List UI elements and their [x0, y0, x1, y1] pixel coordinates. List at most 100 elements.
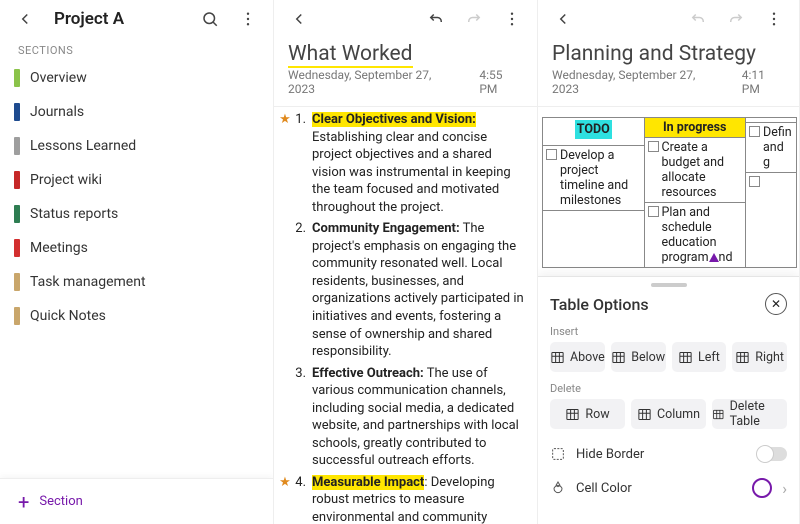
note-time: 4:11 PM: [742, 68, 785, 96]
item-text: Effective Outreach: The use of various c…: [312, 365, 527, 470]
item-number: 1.: [292, 111, 312, 216]
section-label: Meetings: [30, 240, 88, 256]
checkbox-icon[interactable]: [546, 149, 557, 160]
sidebar-section-item[interactable]: Overview: [0, 61, 273, 95]
sections-heading: SECTIONS: [0, 38, 273, 61]
button-label: Left: [698, 350, 720, 365]
star-icon: [278, 365, 292, 470]
cell-color-label: Cell Color: [576, 481, 632, 496]
section-color-tab: [14, 103, 20, 121]
note-date: Wednesday, September 27, 2023: [552, 68, 722, 96]
sheet-title: Table Options: [550, 295, 649, 314]
button-label: Column: [657, 407, 700, 422]
sidebar-section-item[interactable]: Journals: [0, 95, 273, 129]
section-label: Overview: [30, 70, 87, 86]
section-color-tab: [14, 69, 20, 87]
button-label: Below: [631, 350, 665, 365]
section-label: Status reports: [30, 206, 118, 222]
section-label: Project wiki: [30, 172, 102, 188]
list-item[interactable]: 2.Community Engagement: The project's em…: [278, 218, 527, 362]
project-title: Project A: [54, 9, 124, 29]
list-item[interactable]: 3.Effective Outreach: The use of various…: [278, 363, 527, 472]
sidebar-section-item[interactable]: Meetings: [0, 231, 273, 265]
note-date: Wednesday, September 27, 2023: [288, 68, 459, 96]
section-color-tab: [14, 307, 20, 325]
hide-border-label: Hide Border: [576, 447, 644, 462]
more-icon[interactable]: [497, 4, 527, 34]
redo-icon[interactable]: [459, 4, 489, 34]
star-icon: [278, 220, 292, 360]
add-section-button[interactable]: + Section: [0, 478, 273, 524]
close-icon[interactable]: ✕: [765, 293, 787, 315]
insert-label: Insert: [550, 325, 787, 338]
cursor-caret: [709, 253, 719, 262]
hide-border-toggle[interactable]: [757, 447, 787, 461]
sheet-handle[interactable]: [651, 283, 687, 287]
task-cell[interactable]: Defin and g: [763, 125, 793, 170]
section-color-tab: [14, 137, 20, 155]
more-icon[interactable]: [759, 4, 789, 34]
plus-icon: +: [18, 492, 29, 512]
item-number: 2.: [292, 220, 312, 360]
task-cell[interactable]: Plan and schedule education programnd: [662, 205, 743, 265]
cell-color-swatch[interactable]: [752, 478, 772, 498]
button-label: Right: [755, 350, 784, 365]
section-color-tab: [14, 171, 20, 189]
back-button[interactable]: [548, 4, 578, 34]
section-color-tab: [14, 239, 20, 257]
checkbox-icon[interactable]: [749, 126, 760, 137]
delete-delete-table-button[interactable]: Delete Table: [712, 399, 787, 429]
item-text: Clear Objectives and Vision: Establishin…: [312, 111, 527, 216]
note-time: 4:55 PM: [479, 68, 523, 96]
item-text: Community Engagement: The project's emph…: [312, 220, 527, 360]
section-label: Lessons Learned: [30, 138, 136, 154]
col-header-todo: TODO: [575, 120, 612, 139]
insert-below-button[interactable]: Below: [611, 342, 666, 372]
back-button[interactable]: [284, 4, 314, 34]
task-cell[interactable]: Develop a project timeline and milestone…: [560, 148, 641, 208]
insert-left-button[interactable]: Left: [672, 342, 727, 372]
insert-above-button[interactable]: Above: [550, 342, 605, 372]
item-number: 4.: [292, 474, 312, 524]
insert-right-button[interactable]: Right: [732, 342, 787, 372]
more-icon[interactable]: [233, 4, 263, 34]
button-label: Above: [570, 350, 605, 365]
delete-row-button[interactable]: Row: [550, 399, 625, 429]
button-label: Delete Table: [730, 399, 787, 429]
col-header-progress: In progress: [645, 118, 746, 138]
item-number: 3.: [292, 365, 312, 470]
delete-column-button[interactable]: Column: [631, 399, 706, 429]
sidebar-section-item[interactable]: Quick Notes: [0, 299, 273, 333]
back-button[interactable]: [10, 4, 40, 34]
section-color-tab: [14, 273, 20, 291]
note-title: What Worked: [288, 42, 523, 66]
add-section-label: Section: [39, 494, 82, 509]
item-text: Measurable Impact: Developing robust met…: [312, 474, 527, 524]
section-label: Task management: [30, 274, 146, 290]
button-label: Row: [585, 407, 609, 422]
list-item[interactable]: ★1.Clear Objectives and Vision: Establis…: [278, 109, 527, 218]
star-icon: ★: [278, 474, 292, 524]
checkbox-icon[interactable]: [749, 176, 760, 187]
undo-icon[interactable]: [683, 4, 713, 34]
delete-label: Delete: [550, 382, 787, 395]
sidebar-section-item[interactable]: Project wiki: [0, 163, 273, 197]
chevron-right-icon[interactable]: ›: [782, 479, 787, 498]
section-label: Journals: [30, 104, 84, 120]
section-color-tab: [14, 205, 20, 223]
checkbox-icon[interactable]: [648, 141, 659, 152]
table-options-sheet: Table Options ✕ Insert Above Below Left Rig…: [538, 276, 799, 524]
redo-icon[interactable]: [721, 4, 751, 34]
note-title: Planning and Strategy: [552, 42, 785, 66]
star-icon: ★: [278, 111, 292, 216]
sidebar-section-item[interactable]: Status reports: [0, 197, 273, 231]
kanban-table[interactable]: TODO Develop a project timeline and mile…: [542, 117, 797, 268]
checkbox-icon[interactable]: [648, 206, 659, 217]
sidebar-section-item[interactable]: Task management: [0, 265, 273, 299]
task-cell[interactable]: Create a budget and allocate resources: [662, 140, 743, 200]
sidebar-section-item[interactable]: Lessons Learned: [0, 129, 273, 163]
list-item[interactable]: ★4.Measurable Impact: Developing robust …: [278, 472, 527, 524]
undo-icon[interactable]: [421, 4, 451, 34]
search-icon[interactable]: [195, 4, 225, 34]
section-label: Quick Notes: [30, 308, 106, 324]
